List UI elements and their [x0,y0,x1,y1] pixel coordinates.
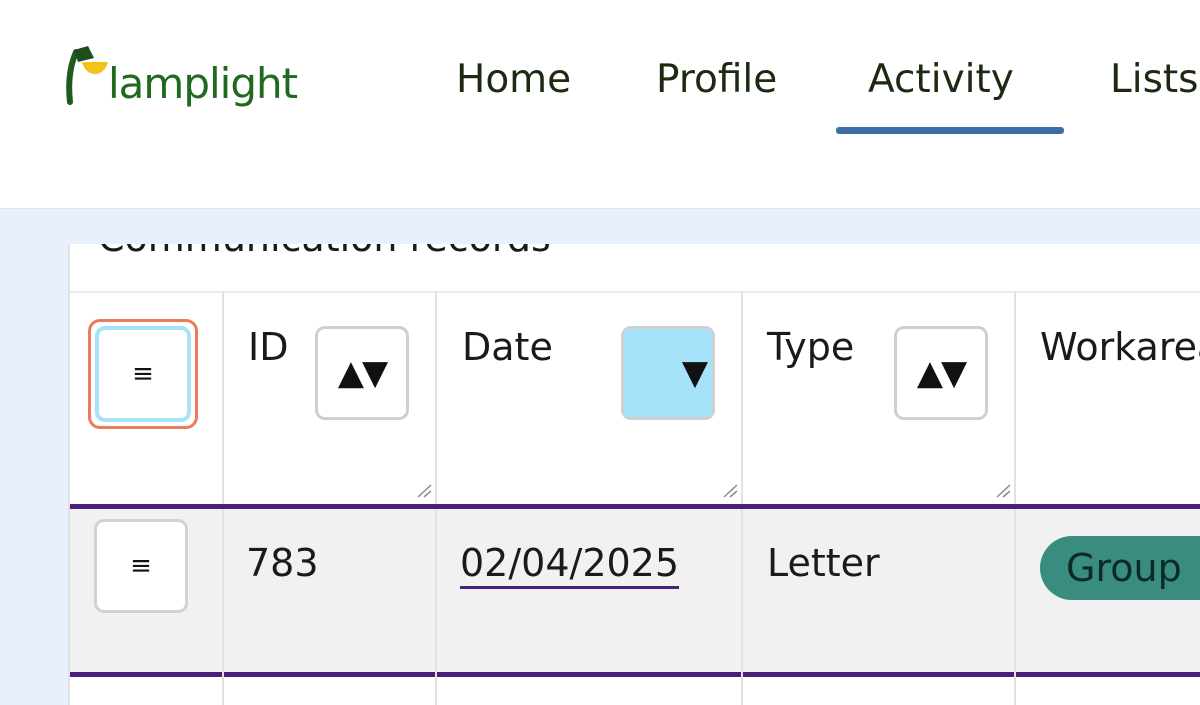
column-header-id: ID [248,325,289,369]
sort-id-button[interactable]: ▲▼ [315,326,409,420]
row-menu-button[interactable]: ≡ [94,519,188,613]
resize-handle-icon[interactable] [722,484,738,498]
hamburger-icon: ≡ [95,326,191,422]
cell-id: 783 [246,541,319,585]
workarea-badge: Group [1040,536,1200,600]
table-row[interactable] [70,509,1200,672]
sort-up-down-icon: ▲▼ [916,353,967,393]
hamburger-icon: ≡ [130,551,152,581]
column-menu-button[interactable]: ≡ [88,319,198,429]
panel-title: Communication records [98,244,551,260]
nav-lists[interactable]: Lists [1110,56,1199,104]
communication-records-panel: Communication records ≡ ID ▲▼ Date ▼ Typ… [68,244,1200,705]
resize-handle-icon[interactable] [995,484,1011,498]
column-divider [741,509,743,705]
column-header-workarea: Workarea [1040,325,1200,369]
column-divider [222,509,224,705]
sort-date-button[interactable]: ▼ [621,326,715,420]
column-divider [1014,509,1016,705]
column-divider [435,509,437,705]
cell-date-link[interactable]: 02/04/2025 [460,540,680,589]
column-header-type: Type [767,325,855,369]
row-border [70,672,1200,677]
nav-profile[interactable]: Profile [656,56,777,104]
top-header: lamplight Home Profile Activity Lists [0,0,1200,209]
active-tab-indicator [836,127,1064,134]
resize-handle-icon[interactable] [416,484,432,498]
column-header-date: Date [462,325,553,369]
sort-type-button[interactable]: ▲▼ [894,326,988,420]
nav-home[interactable]: Home [456,56,571,104]
sort-up-down-icon: ▲▼ [337,353,388,393]
main-nav: Home Profile Activity Lists [0,0,1200,208]
table-top-border [70,291,1200,293]
cell-type: Letter [767,541,880,585]
nav-activity[interactable]: Activity [868,56,1014,104]
sort-down-icon: ▼ [681,353,708,393]
